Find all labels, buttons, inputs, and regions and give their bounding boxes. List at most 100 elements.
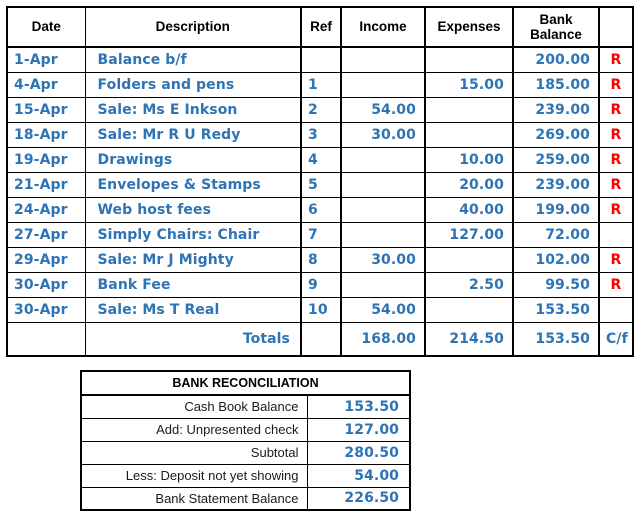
table-row[interactable]: 18-Apr Sale: Mr R U Redy 3 30.00 269.00 R <box>6 121 634 148</box>
cell-expenses: 127.00 <box>424 221 514 248</box>
cash-book-header: Date Description Ref Income Expenses Ban… <box>6 6 634 48</box>
totals-expenses: 214.50 <box>424 321 514 357</box>
reconciliation-row: Bank Statement Balance 226.50 <box>80 486 411 511</box>
cell-bank-balance: 269.00 <box>512 121 600 148</box>
reconciled-mark: R <box>598 46 634 73</box>
cell-income <box>340 71 426 98</box>
cell-income <box>340 146 426 173</box>
cell-date: 21-Apr <box>6 171 86 198</box>
reconciliation-body: Cash Book Balance 153.50 Add: Unpresented … <box>80 394 411 511</box>
table-row[interactable]: 21-Apr Envelopes & Stamps 5 20.00 239.00 R <box>6 171 634 198</box>
cell-ref: 4 <box>300 146 342 173</box>
cell-date: 29-Apr <box>6 246 86 273</box>
cell-date: 15-Apr <box>6 96 86 123</box>
reconciliation-label: Bank Statement Balance <box>80 486 308 511</box>
cell-date: 18-Apr <box>6 121 86 148</box>
table-row[interactable]: 4-Apr Folders and pens 1 15.00 185.00 R <box>6 71 634 98</box>
reconciled-mark: R <box>598 121 634 148</box>
cell-date: 30-Apr <box>6 296 86 323</box>
reconciliation-title-row: BANK RECONCILIATION <box>80 370 411 396</box>
totals-income: 168.00 <box>340 321 426 357</box>
cell-ref <box>300 46 342 73</box>
cash-book-table: Date Description Ref Income Expenses Ban… <box>6 6 634 357</box>
totals-bank-balance: 153.50 <box>512 321 600 357</box>
cell-income: 30.00 <box>340 246 426 273</box>
cell-bank-balance: 99.50 <box>512 271 600 298</box>
cell-income: 54.00 <box>340 96 426 123</box>
cell-description: Folders and pens <box>84 71 302 98</box>
table-row[interactable]: 15-Apr Sale: Ms E Inkson 2 54.00 239.00 R <box>6 96 634 123</box>
reconciliation-value: 280.50 <box>306 440 411 465</box>
column-header-income: Income <box>340 6 426 48</box>
reconciliation-row: Subtotal 280.50 <box>80 440 411 465</box>
reconciliation-row: Add: Unpresented check 127.00 <box>80 417 411 442</box>
cell-income <box>340 271 426 298</box>
cell-bank-balance: 153.50 <box>512 296 600 323</box>
reconciled-mark <box>598 296 634 323</box>
table-row[interactable]: 24-Apr Web host fees 6 40.00 199.00 R <box>6 196 634 223</box>
table-row[interactable]: 29-Apr Sale: Mr J Mighty 8 30.00 102.00 R <box>6 246 634 273</box>
totals-ref <box>300 321 342 357</box>
cell-expenses <box>424 246 514 273</box>
cell-description: Bank Fee <box>84 271 302 298</box>
reconciled-mark: R <box>598 96 634 123</box>
cell-date: 30-Apr <box>6 271 86 298</box>
cell-description: Sale: Ms T Real <box>84 296 302 323</box>
cell-expenses <box>424 296 514 323</box>
totals-label: Totals <box>84 321 302 357</box>
cell-date: 4-Apr <box>6 71 86 98</box>
cell-date: 24-Apr <box>6 196 86 223</box>
cell-income <box>340 171 426 198</box>
bank-balance-line-2: Balance <box>530 27 582 42</box>
table-row[interactable]: 30-Apr Bank Fee 9 2.50 99.50 R <box>6 271 634 298</box>
cell-expenses: 15.00 <box>424 71 514 98</box>
table-row[interactable]: 19-Apr Drawings 4 10.00 259.00 R <box>6 146 634 173</box>
table-row[interactable]: 1-Apr Balance b/f 200.00 R <box>6 46 634 73</box>
reconciliation-label: Subtotal <box>80 440 308 465</box>
cell-ref: 1 <box>300 71 342 98</box>
cell-bank-balance: 239.00 <box>512 96 600 123</box>
cash-book-section: Date Description Ref Income Expenses Ban… <box>6 6 634 357</box>
totals-date <box>6 321 86 357</box>
reconciliation-title: BANK RECONCILIATION <box>80 370 411 396</box>
cell-ref: 8 <box>300 246 342 273</box>
reconciliation-value: 127.00 <box>306 417 411 442</box>
cell-description: Sale: Mr R U Redy <box>84 121 302 148</box>
reconciled-mark: R <box>598 246 634 273</box>
bank-reconciliation-section: BANK RECONCILIATION Cash Book Balance 153… <box>80 370 412 511</box>
cell-expenses <box>424 96 514 123</box>
reconciled-mark: R <box>598 146 634 173</box>
reconciled-mark: R <box>598 71 634 98</box>
reconciliation-value: 153.50 <box>306 394 411 419</box>
cell-date: 19-Apr <box>6 146 86 173</box>
cell-income <box>340 196 426 223</box>
column-header-ref: Ref <box>300 6 342 48</box>
cell-description: Sale: Ms E Inkson <box>84 96 302 123</box>
reconciled-mark: R <box>598 271 634 298</box>
cell-expenses <box>424 46 514 73</box>
cell-bank-balance: 199.00 <box>512 196 600 223</box>
column-header-reconciled <box>598 6 634 48</box>
column-header-bank-balance: Bank Balance <box>512 6 600 48</box>
cell-bank-balance: 72.00 <box>512 221 600 248</box>
cash-book-body: 1-Apr Balance b/f 200.00 R 4-Apr Folders and … <box>6 46 634 357</box>
cell-ref: 10 <box>300 296 342 323</box>
reconciliation-label: Less: Deposit not yet showing <box>80 463 308 488</box>
cell-ref: 7 <box>300 221 342 248</box>
cell-income <box>340 46 426 73</box>
cell-date: 1-Apr <box>6 46 86 73</box>
cell-bank-balance: 200.00 <box>512 46 600 73</box>
cell-expenses: 40.00 <box>424 196 514 223</box>
table-row[interactable]: 27-Apr Simply Chairs: Chair 7 127.00 72.00 <box>6 221 634 248</box>
totals-row: Totals 168.00 214.50 153.50 C/f <box>6 321 634 357</box>
carried-forward-mark: C/f <box>598 321 634 357</box>
reconciliation-header: BANK RECONCILIATION <box>80 370 411 396</box>
reconciled-mark: R <box>598 171 634 198</box>
cell-expenses: 2.50 <box>424 271 514 298</box>
cell-description: Envelopes & Stamps <box>84 171 302 198</box>
cell-expenses: 20.00 <box>424 171 514 198</box>
column-header-description: Description <box>84 6 302 48</box>
table-row[interactable]: 30-Apr Sale: Ms T Real 10 54.00 153.50 <box>6 296 634 323</box>
reconciliation-label: Add: Unpresented check <box>80 417 308 442</box>
reconciliation-value: 226.50 <box>306 486 411 511</box>
